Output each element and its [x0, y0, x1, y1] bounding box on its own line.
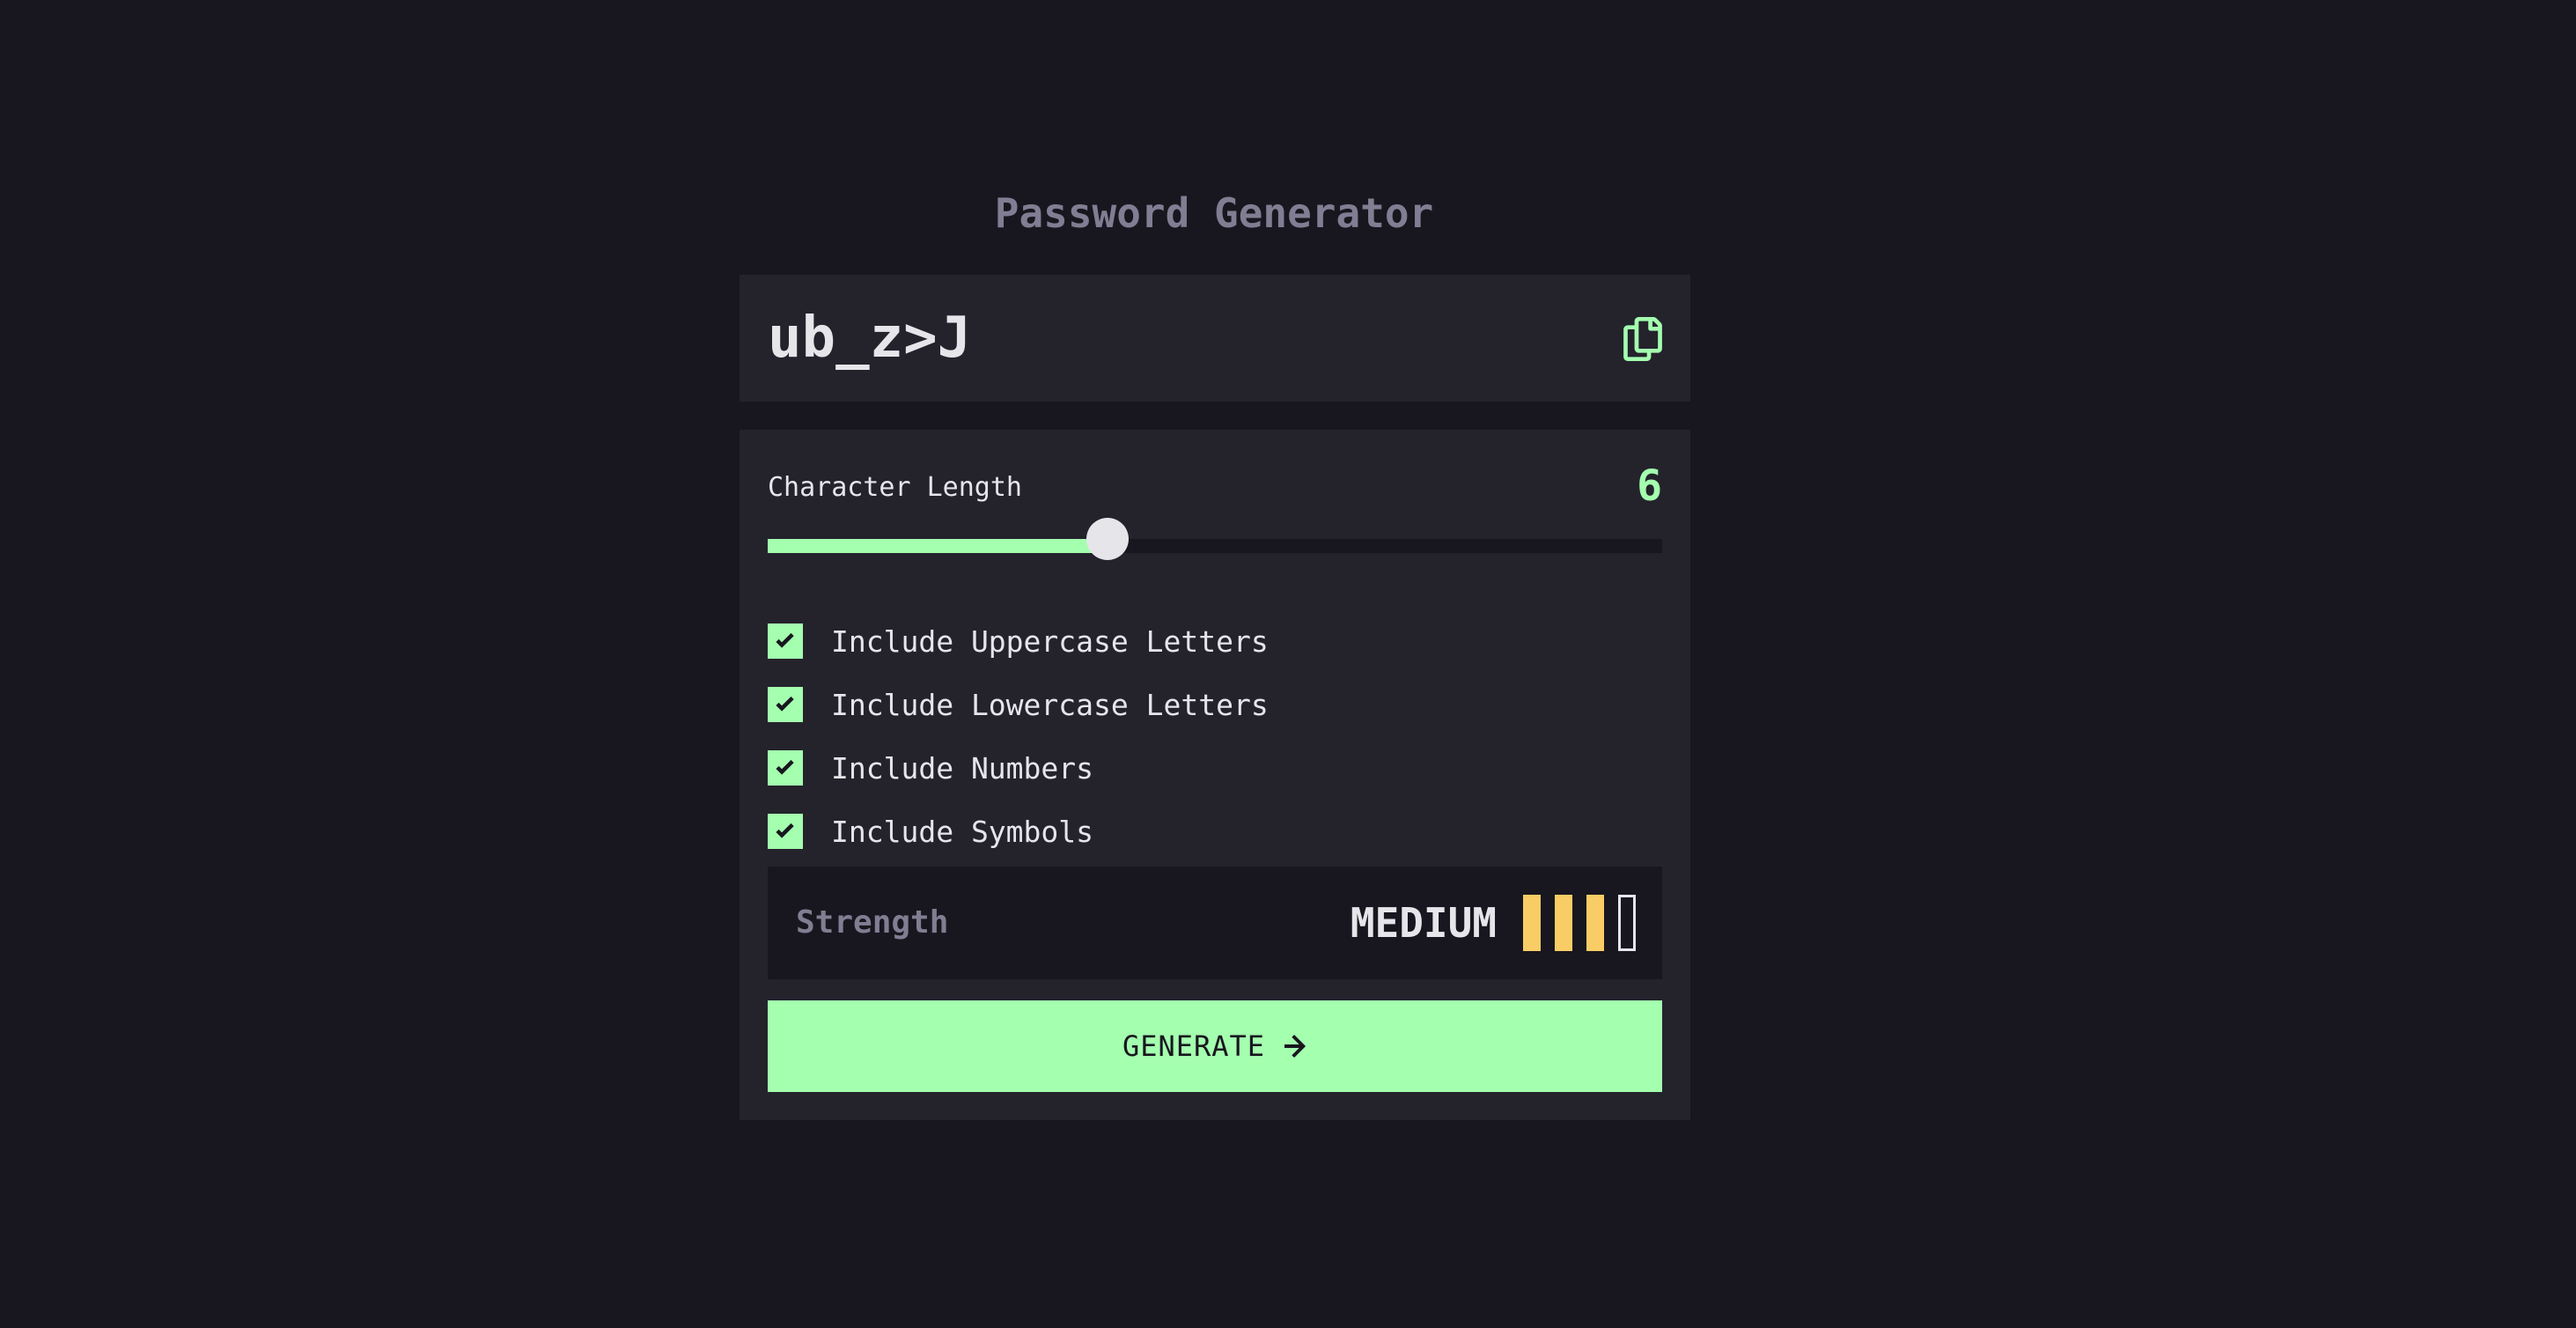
uppercase-checkbox[interactable]: [768, 623, 803, 659]
strength-bar: [1586, 895, 1604, 951]
arrow-right-icon: [1284, 1035, 1306, 1058]
strength-bar: [1555, 895, 1572, 951]
copy-icon[interactable]: [1623, 317, 1662, 361]
generate-label: GENERATE: [1122, 1029, 1266, 1063]
options-list: Include Uppercase Letters Include Lowerc…: [768, 609, 1269, 863]
slider-fill: [768, 539, 1108, 553]
option-symbols[interactable]: Include Symbols: [768, 800, 1269, 863]
settings-panel: Character Length 6 Include Uppercase Let…: [740, 430, 1690, 1120]
strength-bar: [1523, 895, 1541, 951]
symbols-label: Include Symbols: [831, 814, 1094, 849]
option-numbers[interactable]: Include Numbers: [768, 736, 1269, 800]
uppercase-label: Include Uppercase Letters: [831, 623, 1269, 659]
strength-value: MEDIUM: [1350, 899, 1497, 947]
checkmark-icon: [776, 760, 794, 775]
checkmark-icon: [776, 633, 794, 648]
password-output: ub_z>J: [740, 275, 1690, 402]
strength-bar: [1618, 895, 1636, 951]
length-row: Character Length 6: [768, 461, 1662, 511]
slider-thumb[interactable]: [1086, 518, 1130, 560]
option-uppercase[interactable]: Include Uppercase Letters: [768, 609, 1269, 673]
length-slider[interactable]: [768, 518, 1662, 560]
lowercase-checkbox[interactable]: [768, 687, 803, 722]
checkmark-icon: [776, 697, 794, 712]
lowercase-label: Include Lowercase Letters: [831, 687, 1269, 722]
symbols-checkbox[interactable]: [768, 814, 803, 849]
length-label: Character Length: [768, 472, 1022, 503]
strength-label: Strength: [796, 904, 949, 941]
length-value: 6: [1637, 461, 1662, 511]
strength-bars: [1509, 895, 1636, 951]
generate-button[interactable]: GENERATE: [768, 1000, 1662, 1092]
option-lowercase[interactable]: Include Lowercase Letters: [768, 673, 1269, 736]
checkmark-icon: [776, 823, 794, 838]
numbers-checkbox[interactable]: [768, 750, 803, 786]
generated-password: ub_z>J: [768, 306, 972, 371]
page-title: Password Generator: [994, 189, 1434, 237]
strength-meter: Strength MEDIUM: [768, 867, 1662, 979]
numbers-label: Include Numbers: [831, 750, 1094, 786]
